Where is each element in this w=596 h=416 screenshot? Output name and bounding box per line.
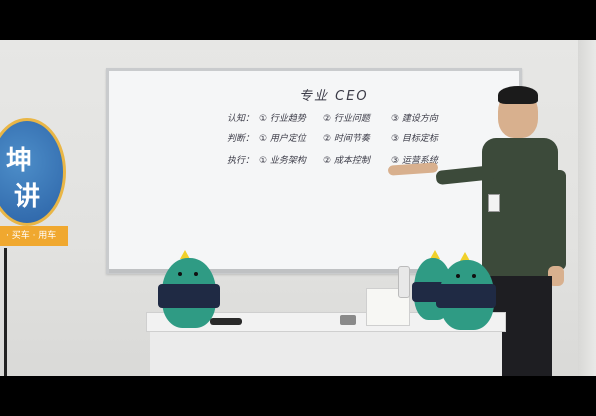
row-item: ① 业务架构 — [259, 156, 306, 166]
phone-icon — [210, 318, 242, 325]
video-frame: 专业 CEO 认知： ① 行业趋势 ② 行业问题 ③ 建设方向 判断： ① 用户… — [0, 0, 596, 416]
mascot-eye-icon — [472, 274, 476, 278]
mascot-plush-right — [436, 252, 496, 330]
row-item: ① 用户定位 — [259, 134, 306, 144]
presenter-right-arm — [550, 170, 566, 270]
row-item: ② 行业问题 — [323, 114, 370, 124]
whiteboard-title: 专业 CEO — [299, 89, 369, 104]
mascot-plush-left — [156, 250, 222, 328]
row-item: ③ 目标定标 — [391, 134, 438, 144]
mascot-eye-icon — [194, 272, 198, 276]
row-label-cognition: 认知： — [227, 114, 255, 124]
row-item: ① 行业趋势 — [259, 114, 306, 124]
presenter-badge — [488, 194, 500, 212]
row-label-judgement: 判断： — [227, 134, 255, 144]
mascot-eye-icon — [178, 272, 182, 276]
row-label-execution: 执行： — [227, 156, 255, 166]
row-item: ③ 建设方向 — [391, 114, 438, 124]
row-item: ② 时间节奏 — [323, 134, 370, 144]
show-logo-sign: 坤 讲 · 买车 · 用车 — [0, 118, 70, 248]
row-item: ② 成本控制 — [323, 156, 370, 166]
presenter-hair — [498, 86, 538, 104]
sign-stand — [4, 248, 7, 376]
studio-scene: 专业 CEO 认知： ① 行业趋势 ② 行业问题 ③ 建设方向 判断： ① 用户… — [0, 40, 596, 376]
logo-glyph-bottom: 讲 — [14, 182, 41, 212]
water-bottle — [398, 266, 410, 298]
remote-icon — [340, 315, 356, 325]
wall-corner — [578, 40, 596, 376]
logo-banner: · 买车 · 用车 — [0, 226, 68, 246]
mascot-eye-icon — [456, 274, 460, 278]
desk-front — [150, 332, 502, 376]
logo-glyph-top: 坤 — [6, 146, 33, 176]
